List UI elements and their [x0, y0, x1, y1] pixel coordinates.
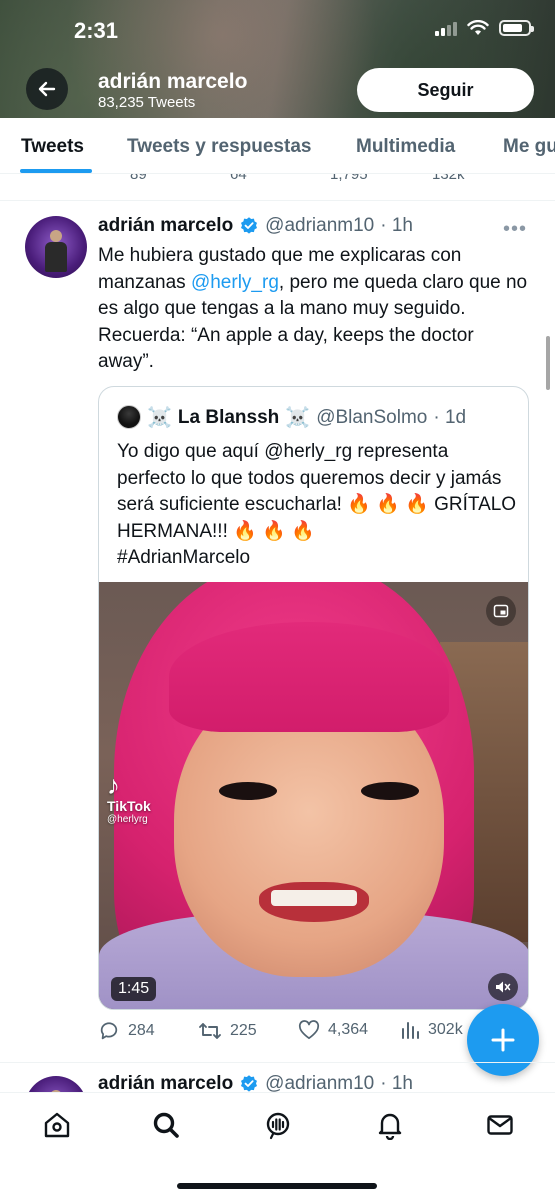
- wifi-icon: [467, 20, 489, 35]
- scrollbar[interactable]: [546, 336, 550, 390]
- back-button[interactable]: [26, 68, 68, 110]
- quoted-tweet-time: · 1d: [433, 406, 467, 428]
- arrow-left-icon: [38, 81, 56, 97]
- avatar[interactable]: [25, 216, 87, 278]
- tab-tweets[interactable]: Tweets: [21, 136, 84, 158]
- quoted-avatar: [117, 405, 141, 429]
- tweet-divider: [0, 1062, 555, 1063]
- home-icon: [44, 1112, 70, 1138]
- fire-emoji: 🔥: [291, 520, 315, 542]
- retweet-icon: [199, 1023, 221, 1039]
- mail-icon: [487, 1115, 513, 1135]
- tab-tweets-y-respuestas[interactable]: Tweets y respuestas: [127, 136, 311, 158]
- picture-in-picture-icon[interactable]: [486, 596, 516, 626]
- prev-view-count: 132k: [432, 174, 465, 183]
- view-count: 302k: [428, 1021, 463, 1038]
- tweet-author-name[interactable]: adrián marcelo: [98, 215, 233, 237]
- profile-tabs: Tweets Tweets y respuestas Multimedia Me…: [0, 118, 555, 174]
- tab-me-gusta[interactable]: Me gu: [503, 136, 555, 158]
- tiktok-brand: TikTok: [107, 798, 151, 814]
- tweet-text: Me hubiera gustado que me explicaras con…: [98, 243, 528, 376]
- nav-messages[interactable]: [484, 1109, 516, 1141]
- status-time: 2:31: [74, 18, 119, 43]
- hashtag: #AdrianMarcelo: [117, 547, 251, 568]
- quoted-tweet-text: Yo digo que aquí @herly_rg representa pe…: [117, 439, 517, 572]
- tab-multimedia[interactable]: Multimedia: [356, 136, 455, 158]
- tweet-time: · 1h: [380, 215, 413, 236]
- nav-notifications[interactable]: [374, 1109, 406, 1141]
- video-duration: 1:45: [111, 977, 157, 1001]
- fire-emoji: 🔥: [405, 494, 429, 515]
- active-tab-indicator: [20, 169, 92, 173]
- fire-emoji: 🔥: [347, 494, 371, 515]
- bell-icon: [378, 1113, 402, 1140]
- tweet-header: adrián marcelo @adrianm10 · 1h: [98, 215, 413, 237]
- nav-spaces[interactable]: [262, 1109, 294, 1141]
- like-button[interactable]: 4,364: [298, 1020, 368, 1040]
- prev-reply-count: 89: [130, 174, 147, 183]
- tiktok-username: @herlyrg: [107, 814, 148, 825]
- more-options-icon[interactable]: •••: [503, 218, 527, 241]
- spaces-icon: [266, 1112, 290, 1140]
- status-icons: [435, 20, 534, 36]
- quoted-author-handle: @BlanSolmo: [316, 406, 428, 428]
- reply-count: 284: [128, 1022, 155, 1039]
- fire-emoji: 🔥: [262, 520, 286, 542]
- plus-icon: [491, 1028, 515, 1052]
- nav-home[interactable]: [41, 1109, 73, 1141]
- views-icon: [402, 1022, 419, 1039]
- tweet-divider: [0, 200, 555, 201]
- heart-icon: [298, 1020, 320, 1040]
- cellular-signal-icon: [435, 20, 457, 36]
- profile-name: adrián marcelo: [98, 70, 248, 93]
- battery-icon: [499, 20, 534, 36]
- prev-retweet-count: 64: [230, 174, 247, 183]
- skull-emoji: ☠️: [147, 407, 172, 429]
- reply-button[interactable]: 284: [98, 1020, 155, 1042]
- skull-emoji: ☠️: [285, 407, 311, 429]
- views-button[interactable]: 302k: [400, 1020, 463, 1040]
- retweet-button[interactable]: 225: [198, 1020, 257, 1042]
- home-indicator: [177, 1183, 377, 1189]
- like-count: 4,364: [328, 1021, 369, 1038]
- tweet-actions: 284 225 4,364 302k: [98, 1020, 478, 1046]
- quoted-author-name: La Blanssh: [177, 406, 280, 428]
- tiktok-watermark: ♪ TikTok @herlyrg: [107, 772, 151, 825]
- prev-like-count: 1,795: [330, 174, 368, 183]
- fire-emoji: 🔥: [233, 520, 257, 542]
- nav-search[interactable]: [150, 1109, 182, 1141]
- verified-badge-icon: [241, 217, 258, 234]
- previous-tweet-actions: 89 64 1,795 132k: [0, 174, 555, 188]
- profile-header: 2:31 adrián marcelo 83,235 Tweets Seguir: [0, 0, 555, 118]
- mention-link[interactable]: @herly_rg: [191, 272, 279, 293]
- fire-emoji: 🔥: [376, 494, 400, 515]
- retweet-count: 225: [230, 1022, 257, 1039]
- mute-icon[interactable]: [488, 973, 518, 1001]
- search-icon: [153, 1112, 179, 1138]
- follow-button[interactable]: Seguir: [357, 68, 534, 112]
- verified-badge-icon: [241, 1075, 258, 1092]
- reply-icon: [100, 1022, 118, 1040]
- video-player[interactable]: ♪ TikTok @herlyrg 1:45: [99, 582, 528, 1009]
- tweet-count: 83,235 Tweets: [98, 94, 196, 111]
- tweet-author-handle[interactable]: @adrianm10: [265, 215, 374, 237]
- tiktok-note-icon: ♪: [107, 770, 120, 800]
- quoted-tweet[interactable]: ☠️ La Blanssh ☠️ @BlanSolmo · 1d Yo digo…: [98, 386, 529, 1010]
- quoted-tweet-header: ☠️ La Blanssh ☠️ @BlanSolmo · 1d: [147, 405, 466, 430]
- compose-tweet-button[interactable]: [467, 1004, 539, 1076]
